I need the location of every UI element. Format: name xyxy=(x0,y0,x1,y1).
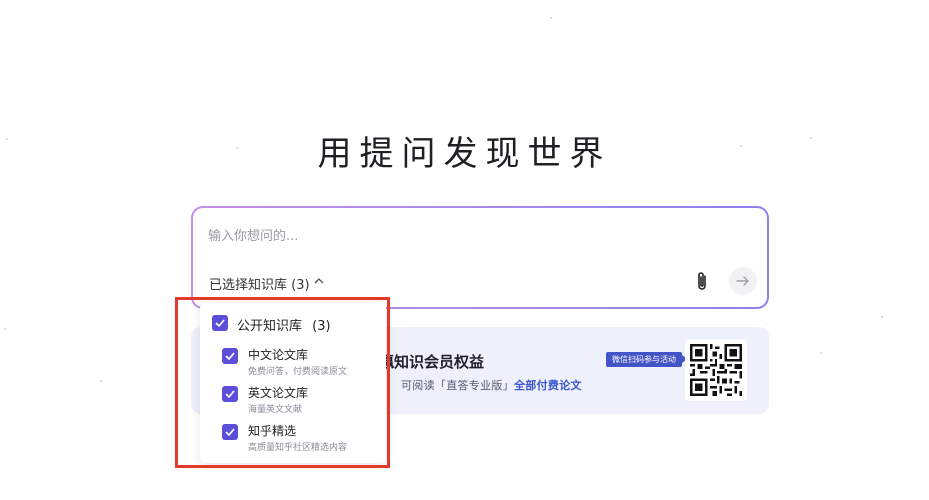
search-input[interactable] xyxy=(208,225,728,247)
kb-item-subtitle: 免费问答，付费阅读原文 xyxy=(248,367,348,377)
check-icon xyxy=(225,352,235,360)
group-count: (3) xyxy=(312,319,331,334)
check-icon xyxy=(225,390,235,398)
decor-dot xyxy=(820,352,822,354)
page-title: 用提问发现世界 xyxy=(317,134,612,174)
search-box-inner: 已选择知识库 (3) xyxy=(193,208,767,307)
decor-dot xyxy=(100,380,102,382)
arrow-right-icon xyxy=(736,276,749,286)
kb-item-title: 知乎精选 xyxy=(248,424,297,438)
kb-item-subtitle: 高质量知乎社区精选内容 xyxy=(248,443,348,453)
qr-code-icon xyxy=(690,344,742,396)
group-label-text: 公开知识库 xyxy=(237,319,303,334)
public-knowledge-base-label: 公开知识库 (3) xyxy=(237,315,331,334)
knowledge-base-toggle[interactable]: 已选择知识库 (3) xyxy=(209,274,324,293)
chevron-up-icon xyxy=(314,277,324,288)
promo-desc-prefix: 可阅读「直答专业版」 xyxy=(401,379,514,392)
decor-dot xyxy=(881,316,883,318)
check-icon xyxy=(215,319,225,327)
check-icon xyxy=(225,428,235,436)
promo-title: 瀛知识会员权益 xyxy=(379,353,485,371)
kb-item-title: 中文论文库 xyxy=(248,348,309,362)
send-button[interactable] xyxy=(729,267,757,295)
knowledge-base-toggle-label: 已选择知识库 (3) xyxy=(209,278,310,293)
checkbox-public-knowledge-base[interactable] xyxy=(212,315,228,331)
promo-description: 可阅读「直答专业版」全部付费论文 xyxy=(401,377,582,393)
kb-item-title: 英文论文库 xyxy=(248,386,309,400)
knowledge-base-dropdown: 公开知识库 (3) 中文论文库 免费问答，付费阅读原文 英文论文库 海量英文文献… xyxy=(200,303,386,463)
paperclip-icon[interactable] xyxy=(691,270,713,294)
promo-desc-highlight[interactable]: 全部付费论文 xyxy=(514,379,582,392)
checkbox-zhihu-selected[interactable] xyxy=(222,424,238,440)
checkbox-english-papers[interactable] xyxy=(222,386,238,402)
checkbox-chinese-papers[interactable] xyxy=(222,348,238,364)
promo-badge: 微信扫码参与活动 xyxy=(606,352,687,367)
qr-code xyxy=(685,339,747,401)
search-box: 已选择知识库 (3) xyxy=(191,206,769,309)
decor-dot xyxy=(4,328,6,330)
decor-dot xyxy=(550,17,552,19)
kb-item-subtitle: 海量英文文献 xyxy=(248,405,303,415)
